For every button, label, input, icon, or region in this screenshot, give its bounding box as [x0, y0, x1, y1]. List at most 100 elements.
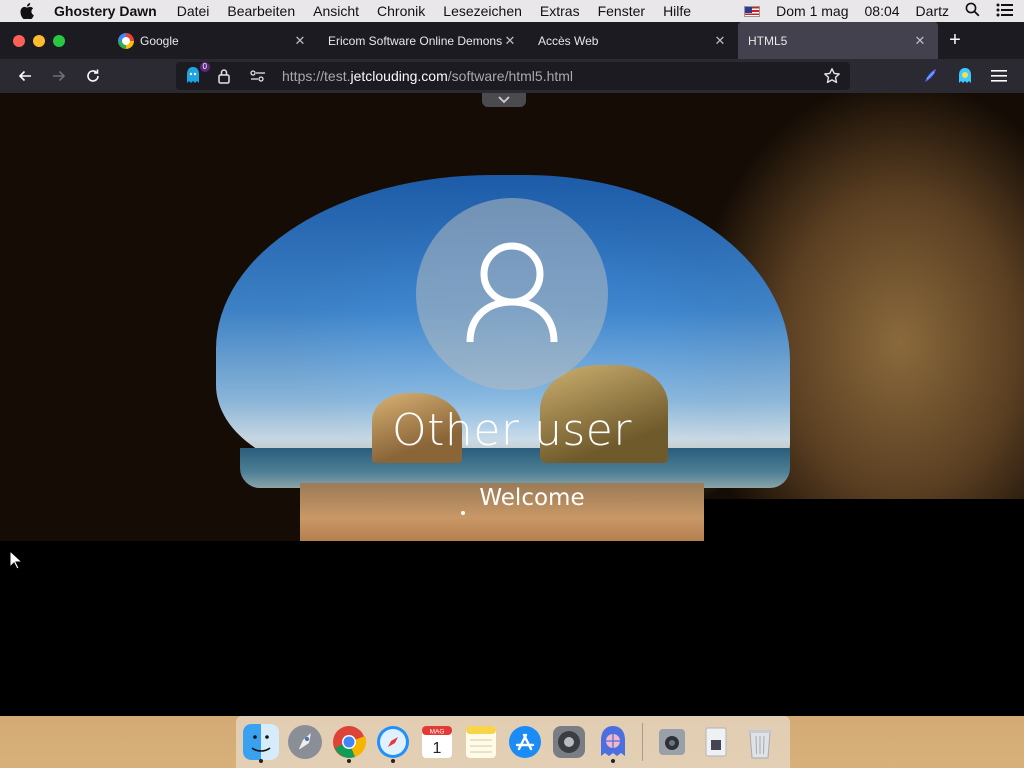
control-center-icon[interactable] [996, 3, 1014, 20]
menu-bearbeiten[interactable]: Bearbeiten [227, 3, 295, 19]
tab-acces-web[interactable]: Accès Web ✕ [528, 22, 738, 59]
browser-window: Google ✕ Ericom Software Online Demonst … [0, 22, 1024, 716]
reload-button[interactable] [76, 59, 110, 93]
url-text[interactable]: https://test.jetclouding.com/software/ht… [282, 68, 822, 84]
chevron-down-icon [498, 96, 510, 104]
ghostery-browser-icon [601, 726, 625, 756]
calendar-month-label: MAG [430, 729, 445, 736]
screenshot-camera-icon [659, 729, 685, 755]
dock-separator [642, 723, 643, 761]
loading-dot-icon [461, 511, 465, 515]
navigation-bar: 0 https://test.jetclouding.com/software/… [0, 59, 1024, 93]
menu-datei[interactable]: Datei [177, 3, 210, 19]
tab-ericom[interactable]: Ericom Software Online Demonst ✕ [318, 22, 528, 59]
tab-label: HTML5 [748, 33, 788, 48]
url-prefix: https://test. [282, 68, 351, 84]
google-favicon-icon [118, 32, 134, 49]
app-store-icon [509, 726, 541, 758]
tab-google[interactable]: Google ✕ [108, 22, 318, 59]
tab-html5[interactable]: HTML5 ✕ [738, 22, 938, 59]
address-bar[interactable]: 0 https://test.jetclouding.com/software/… [176, 62, 850, 90]
menu-fenster[interactable]: Fenster [598, 3, 645, 19]
dock-trash[interactable] [741, 720, 779, 764]
dock-finder[interactable] [242, 720, 280, 764]
running-indicator [347, 759, 351, 763]
chrome-icon [333, 726, 367, 758]
menu-extras[interactable]: Extras [540, 3, 580, 19]
close-tab-icon[interactable]: ✕ [712, 33, 728, 49]
forward-button[interactable] [42, 59, 76, 93]
dock-ghostery[interactable] [594, 720, 632, 764]
menubar-date[interactable]: Dom 1 mag [776, 3, 848, 19]
menu-ansicht[interactable]: Ansicht [313, 3, 359, 19]
dock-app-store[interactable] [506, 720, 544, 764]
tab-label: Google [140, 33, 179, 48]
dock-safari[interactable] [374, 720, 412, 764]
apple-icon[interactable] [18, 2, 36, 20]
session-toolbar-toggle[interactable] [482, 93, 526, 107]
input-source-flag-icon[interactable] [744, 5, 761, 17]
gear-icon [553, 726, 585, 758]
lock-screen-status: Welcome [479, 485, 585, 511]
tab-label: Accès Web [538, 33, 599, 48]
dock-chrome[interactable] [330, 720, 368, 764]
dock: MAG 1 [236, 716, 790, 768]
finder-icon [243, 724, 279, 760]
close-tab-icon[interactable]: ✕ [912, 33, 928, 49]
mouse-pointer-icon [9, 550, 23, 570]
window-controls [0, 34, 108, 47]
url-path: /software/html5.html [447, 68, 574, 84]
menubar-time[interactable]: 08:04 [865, 3, 900, 19]
user-silhouette-icon [466, 242, 558, 343]
calendar-icon: MAG 1 [422, 726, 452, 758]
close-tab-icon[interactable]: ✕ [292, 33, 308, 49]
hamburger-menu-icon[interactable] [989, 66, 1009, 86]
windows-lock-screen: Other user Welcome [0, 93, 1024, 541]
site-permissions-icon[interactable] [248, 66, 268, 86]
ghostery-extension-icon[interactable]: 0 [184, 62, 210, 86]
launchpad-rocket-icon [288, 725, 322, 759]
status-area: Dom 1 mag 08:04 Dartz [744, 2, 1014, 20]
spotlight-search-icon[interactable] [965, 2, 980, 20]
tracker-count-badge: 0 [199, 62, 210, 72]
back-arrow-icon [18, 70, 31, 82]
safari-compass-icon [377, 726, 409, 758]
tab-bar: Google ✕ Ericom Software Online Demonst … [0, 22, 1024, 59]
lock-screen-username: Other user [392, 405, 632, 456]
dock-screenshot-utility[interactable] [653, 720, 691, 764]
running-indicator [391, 759, 395, 763]
dock-launchpad[interactable] [286, 720, 324, 764]
extension-ghost-icon[interactable] [955, 66, 975, 86]
zoom-window-button[interactable] [53, 34, 65, 47]
url-domain: jetclouding.com [350, 68, 448, 84]
reload-icon [87, 69, 99, 82]
tab-label: Ericom Software Online Demonst [328, 33, 502, 48]
app-name[interactable]: Ghostery Dawn [54, 3, 157, 19]
bookmark-star-icon[interactable] [822, 66, 842, 86]
dock-downloads[interactable] [697, 720, 735, 764]
unrendered-area [704, 499, 1024, 541]
minimize-window-button[interactable] [33, 34, 45, 47]
menu-hilfe[interactable]: Hilfe [663, 3, 691, 19]
dock-calendar[interactable]: MAG 1 [418, 720, 456, 764]
new-tab-button[interactable]: + [938, 22, 972, 59]
menu-chronik[interactable]: Chronik [377, 3, 425, 19]
close-tab-icon[interactable]: ✕ [502, 33, 518, 49]
calendar-day-label: 1 [433, 740, 442, 757]
user-avatar [416, 198, 608, 390]
extension-feather-icon[interactable] [920, 66, 940, 86]
menu-lesezeichen[interactable]: Lesezeichen [443, 3, 522, 19]
notes-icon [466, 726, 496, 758]
running-indicator [259, 759, 263, 763]
dock-notes[interactable] [462, 720, 500, 764]
forward-arrow-icon [53, 70, 66, 82]
dock-system-preferences[interactable] [550, 720, 588, 764]
downloads-folder-icon [705, 727, 727, 757]
remote-session-canvas[interactable]: Other user Welcome [0, 93, 1024, 716]
close-window-button[interactable] [13, 34, 25, 47]
lock-icon[interactable] [214, 66, 234, 86]
trash-icon [748, 730, 772, 759]
menubar-user[interactable]: Dartz [916, 3, 949, 19]
back-button[interactable] [8, 59, 42, 93]
menu-bar: Ghostery Dawn Datei Bearbeiten Ansicht C… [0, 0, 1024, 22]
